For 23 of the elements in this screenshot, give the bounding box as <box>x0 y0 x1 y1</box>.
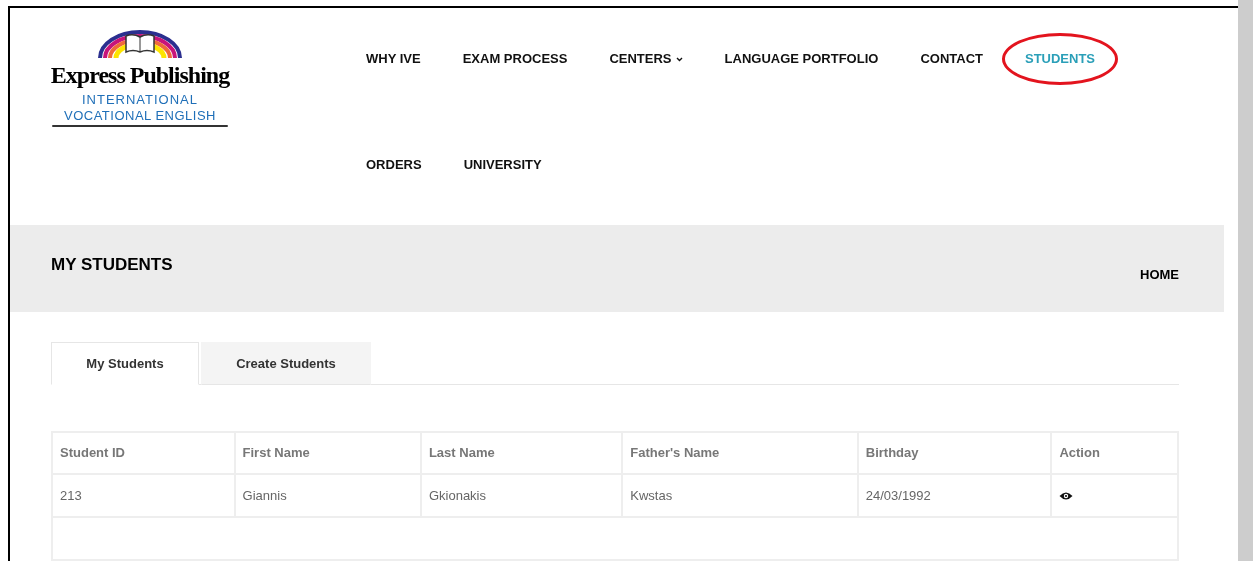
tab[interactable]: My Students <box>51 342 199 385</box>
eye-icon[interactable] <box>1059 490 1074 501</box>
logo-subtitle: INTERNATIONAL <box>81 92 199 108</box>
column-header: Father's Name <box>622 432 858 474</box>
chevron-down-icon <box>675 56 683 62</box>
column-header: Last Name <box>420 432 623 474</box>
logo-title: Express Publishing <box>50 61 230 90</box>
scrollbar[interactable] <box>1238 0 1253 561</box>
table-cell: 213 <box>52 474 235 517</box>
column-header: First Name <box>234 432 421 474</box>
table-cell: Kwstas <box>622 474 858 517</box>
page-title: MY STUDENTS <box>51 253 173 276</box>
breadcrumb-link[interactable]: HOME <box>1140 264 1179 285</box>
column-header: Birthday <box>857 432 1052 474</box>
rainbow-book-icon <box>98 30 182 60</box>
table-cell: 24/03/1992 <box>857 474 1052 517</box>
table-cell: Gkionakis <box>420 474 623 517</box>
logo[interactable]: Express Publishing INTERNATIONAL VOCATIONAL ENGLISH <box>47 30 233 127</box>
logo-subtitle: VOCATIONAL ENGLISH <box>63 108 216 123</box>
column-header: Action <box>1051 432 1178 474</box>
tab[interactable]: Create Students <box>201 342 371 385</box>
table-cell: Giannis <box>234 474 421 517</box>
column-header: Student ID <box>52 432 235 474</box>
